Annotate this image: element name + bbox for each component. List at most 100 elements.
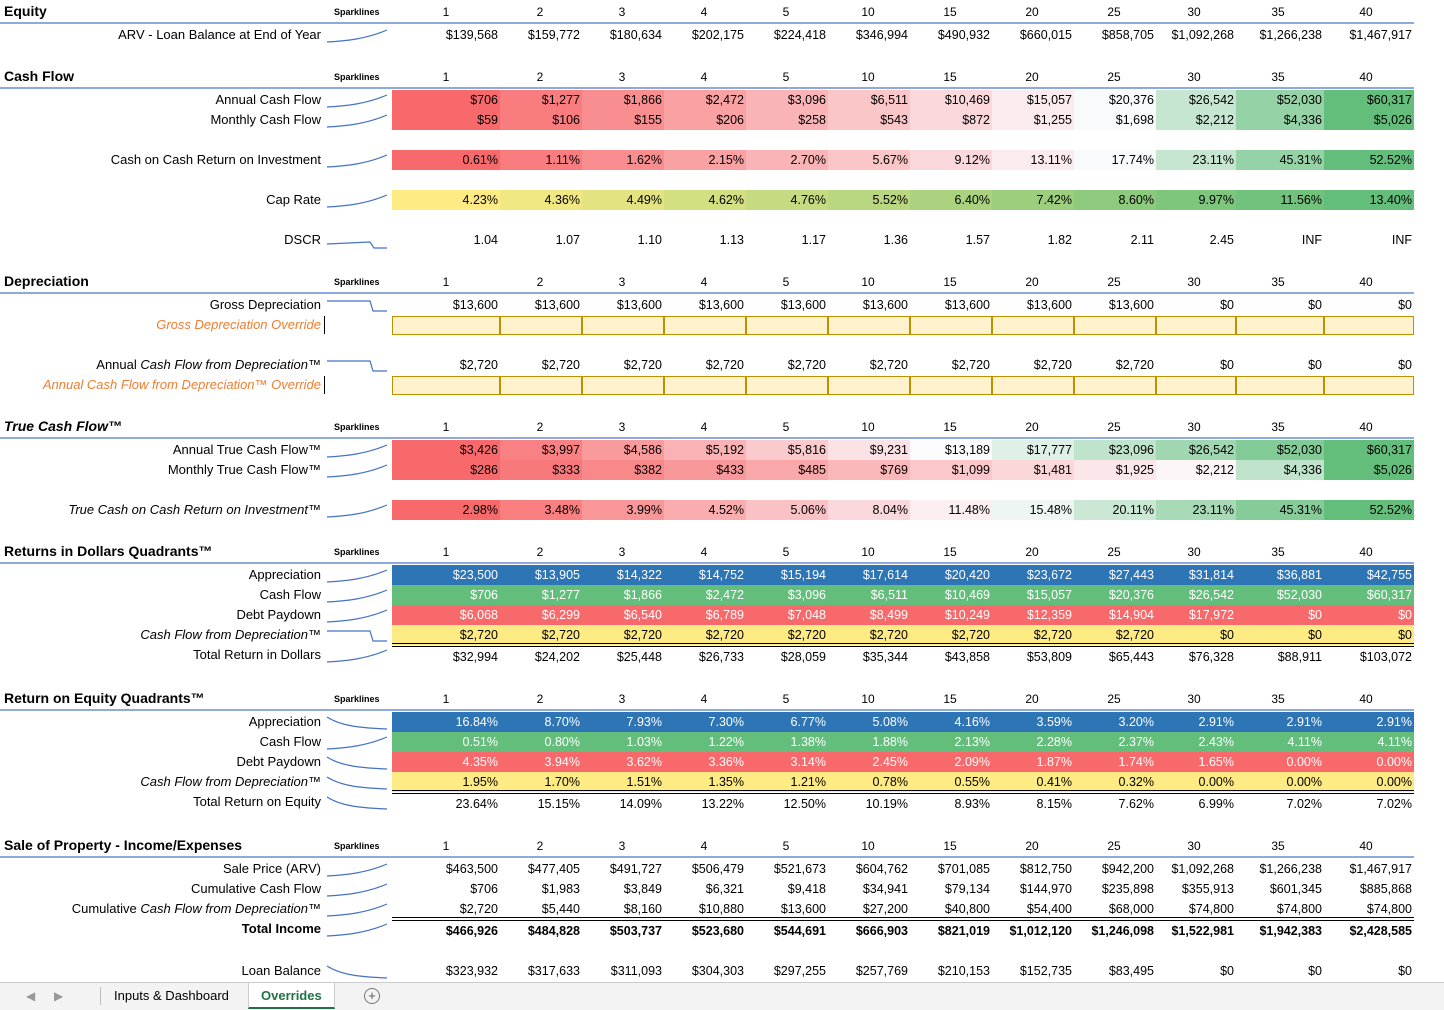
override-cell[interactable] [500,316,582,335]
value-cell[interactable]: 20.11% [1074,500,1156,520]
override-cell[interactable] [392,316,500,335]
value-cell[interactable]: $543 [828,110,910,130]
value-cell[interactable]: 0.55% [910,772,992,792]
value-cell[interactable]: $106 [500,110,582,130]
value-cell[interactable]: $2,472 [664,585,746,605]
value-cell[interactable]: $52,030 [1236,585,1324,605]
override-cell[interactable] [992,316,1074,335]
value-cell[interactable]: 1.51% [582,772,664,792]
value-cell[interactable]: $2,720 [582,355,664,375]
value-cell[interactable]: $1,866 [582,585,664,605]
value-cell[interactable]: $2,720 [664,355,746,375]
value-cell[interactable]: 4.76% [746,190,828,210]
value-cell[interactable]: $8,499 [828,605,910,625]
value-cell[interactable]: 1.88% [828,732,910,752]
value-cell[interactable]: 7.93% [582,712,664,732]
value-cell[interactable]: 7.02% [1236,794,1324,814]
override-cell[interactable] [664,316,746,335]
value-cell[interactable]: $1,092,268 [1156,25,1236,45]
value-cell[interactable]: $660,015 [992,25,1074,45]
override-input-row[interactable] [324,316,325,334]
value-cell[interactable]: 5.08% [828,712,910,732]
value-cell[interactable]: $0 [1236,355,1324,375]
value-cell[interactable]: $2,212 [1156,110,1236,130]
value-cell[interactable]: $317,633 [500,961,582,981]
value-cell[interactable]: $23,096 [1074,440,1156,460]
value-cell[interactable]: $885,868 [1324,879,1414,899]
value-cell[interactable]: $1,246,098 [1074,921,1156,941]
value-cell[interactable]: $2,720 [746,355,828,375]
value-cell[interactable]: $0 [1324,605,1414,625]
value-cell[interactable]: $6,540 [582,605,664,625]
value-cell[interactable]: $1,942,383 [1236,921,1324,941]
value-cell[interactable]: $872 [910,110,992,130]
value-cell[interactable]: $2,720 [500,355,582,375]
value-cell[interactable]: 8.60% [1074,190,1156,210]
value-cell[interactable]: $76,328 [1156,647,1236,667]
value-cell[interactable]: $180,634 [582,25,664,45]
value-cell[interactable]: $5,192 [664,440,746,460]
value-cell[interactable]: $25,448 [582,647,664,667]
value-cell[interactable]: 1.38% [746,732,828,752]
value-cell[interactable]: 1.21% [746,772,828,792]
value-cell[interactable]: 0.80% [500,732,582,752]
value-cell[interactable]: 1.11% [500,150,582,170]
value-cell[interactable]: $36,881 [1236,565,1324,585]
value-cell[interactable]: $159,772 [500,25,582,45]
value-cell[interactable]: 0.41% [992,772,1074,792]
value-cell[interactable]: 0.00% [1236,772,1324,792]
value-cell[interactable]: $13,600 [664,295,746,315]
value-cell[interactable]: $9,418 [746,879,828,899]
value-cell[interactable]: 0.00% [1236,752,1324,772]
value-cell[interactable]: 2.37% [1074,732,1156,752]
value-cell[interactable]: $821,019 [910,921,992,941]
value-cell[interactable]: $1,925 [1074,460,1156,480]
value-cell[interactable]: $60,317 [1324,90,1414,110]
value-cell[interactable]: 2.45% [828,752,910,772]
override-input-row[interactable] [324,376,325,394]
value-cell[interactable]: 9.12% [910,150,992,170]
value-cell[interactable]: $304,303 [664,961,746,981]
override-cell[interactable] [1156,316,1236,335]
value-cell[interactable]: $27,200 [828,899,910,919]
value-cell[interactable]: 9.97% [1156,190,1236,210]
override-cell[interactable] [1324,376,1414,395]
value-cell[interactable]: 8.15% [992,794,1074,814]
value-cell[interactable]: $0 [1324,961,1414,981]
value-cell[interactable]: 52.52% [1324,150,1414,170]
value-cell[interactable]: $68,000 [1074,899,1156,919]
value-cell[interactable]: $0 [1156,355,1236,375]
value-cell[interactable]: $7,048 [746,605,828,625]
value-cell[interactable]: 1.17 [746,230,828,250]
value-cell[interactable]: 3.20% [1074,712,1156,732]
value-cell[interactable]: $24,202 [500,647,582,667]
tab-overrides[interactable]: Overrides [248,983,335,1009]
value-cell[interactable]: $17,777 [992,440,1074,460]
spreadsheet-grid[interactable]: Equity Sparklines 1 2 3 4 5 10 15 20 25 30 35 40 ARV -… [0,0,1444,982]
value-cell[interactable]: $323,932 [392,961,500,981]
value-cell[interactable]: 2.91% [1156,712,1236,732]
value-cell[interactable]: 1.70% [500,772,582,792]
value-cell[interactable]: 1.35% [664,772,746,792]
value-cell[interactable]: 10.19% [828,794,910,814]
value-cell[interactable]: 4.11% [1236,732,1324,752]
value-cell[interactable]: 0.00% [1156,772,1236,792]
value-cell[interactable]: $6,068 [392,605,500,625]
value-cell[interactable]: $2,720 [992,355,1074,375]
value-cell[interactable]: $257,769 [828,961,910,981]
scroll-right-icon[interactable]: ▶ [54,989,63,1003]
value-cell[interactable]: $5,440 [500,899,582,919]
value-cell[interactable]: $1,522,981 [1156,921,1236,941]
value-cell[interactable]: $258 [746,110,828,130]
value-cell[interactable]: $12,359 [992,605,1074,625]
value-cell[interactable]: 11.56% [1236,190,1324,210]
value-cell[interactable]: 2.09% [910,752,992,772]
value-cell[interactable]: $858,705 [1074,25,1156,45]
value-cell[interactable]: $333 [500,460,582,480]
value-cell[interactable]: $43,858 [910,647,992,667]
value-cell[interactable]: 2.11 [1074,230,1156,250]
value-cell[interactable]: $13,600 [746,295,828,315]
override-cell[interactable] [664,376,746,395]
value-cell[interactable]: $8,160 [582,899,664,919]
value-cell[interactable]: $26,542 [1156,440,1236,460]
